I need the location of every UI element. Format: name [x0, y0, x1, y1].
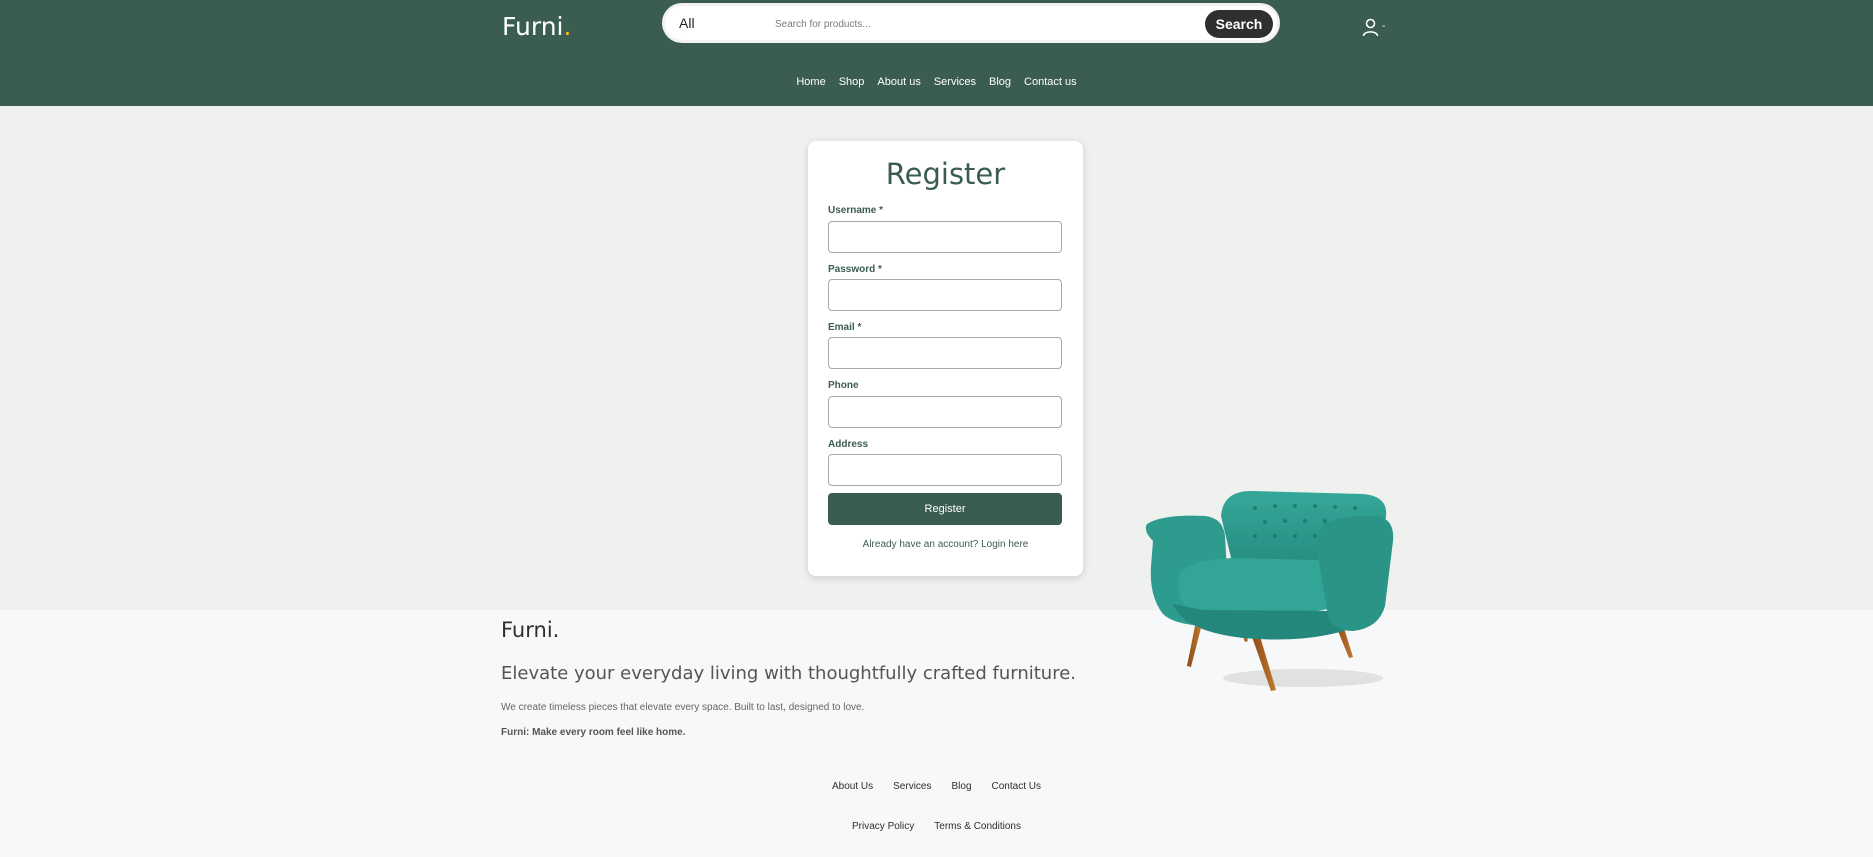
password-label: Password * [828, 264, 882, 275]
footer-link-about-us[interactable]: About Us [822, 781, 883, 792]
email-field[interactable] [828, 337, 1062, 369]
footer-links-primary: About Us Services Blog Contact Us [0, 781, 1873, 792]
register-button[interactable]: Register [828, 493, 1062, 525]
site-footer: Furni. Elevate your everyday living with… [0, 610, 1873, 857]
user-menu[interactable]: - [1362, 18, 1385, 37]
register-title: Register [885, 157, 1006, 191]
main-nav: Home Shop About us Services Blog Contact… [0, 76, 1873, 88]
password-field[interactable] [828, 279, 1062, 311]
nav-blog[interactable]: Blog [983, 76, 1018, 88]
footer-tagline: Elevate your everyday living with though… [501, 663, 1077, 684]
footer-link-terms[interactable]: Terms & Conditions [924, 821, 1031, 832]
footer-description: We create timeless pieces that elevate e… [501, 702, 865, 713]
login-link[interactable]: Already have an account? Login here [808, 539, 1083, 550]
address-label: Address [828, 439, 869, 450]
search-bar: All Search [662, 3, 1280, 43]
footer-link-privacy-policy[interactable]: Privacy Policy [842, 821, 924, 832]
footer-motto: Furni: Make every room feel like home. [501, 727, 686, 738]
username-label: Username * [828, 205, 884, 216]
search-button[interactable]: Search [1205, 10, 1273, 38]
footer-links-secondary: Privacy Policy Terms & Conditions [0, 821, 1873, 832]
site-header: Furni. All Search - Home Shop About us S… [0, 0, 1873, 106]
username-field[interactable] [828, 221, 1062, 253]
search-input[interactable] [775, 12, 1155, 36]
footer-logo: Furni. [501, 618, 560, 642]
brand-logo[interactable]: Furni. [502, 12, 571, 41]
nav-shop[interactable]: Shop [832, 76, 871, 88]
address-field[interactable] [828, 454, 1062, 486]
footer-link-blog[interactable]: Blog [942, 781, 982, 792]
footer-link-contact-us[interactable]: Contact Us [982, 781, 1051, 792]
register-card: Register Username * Password * Email * P… [808, 141, 1083, 576]
nav-services[interactable]: Services [927, 76, 982, 88]
user-icon [1362, 18, 1379, 37]
phone-label: Phone [828, 380, 859, 391]
user-menu-caret: - [1382, 21, 1386, 32]
footer-link-services[interactable]: Services [883, 781, 941, 792]
nav-about-us[interactable]: About us [871, 76, 927, 88]
nav-home[interactable]: Home [790, 76, 832, 88]
phone-field[interactable] [828, 396, 1062, 428]
email-label: Email * [828, 322, 862, 333]
nav-contact-us[interactable]: Contact us [1018, 76, 1084, 88]
armchair-image [1145, 490, 1394, 691]
search-category-select[interactable]: All [679, 15, 695, 31]
